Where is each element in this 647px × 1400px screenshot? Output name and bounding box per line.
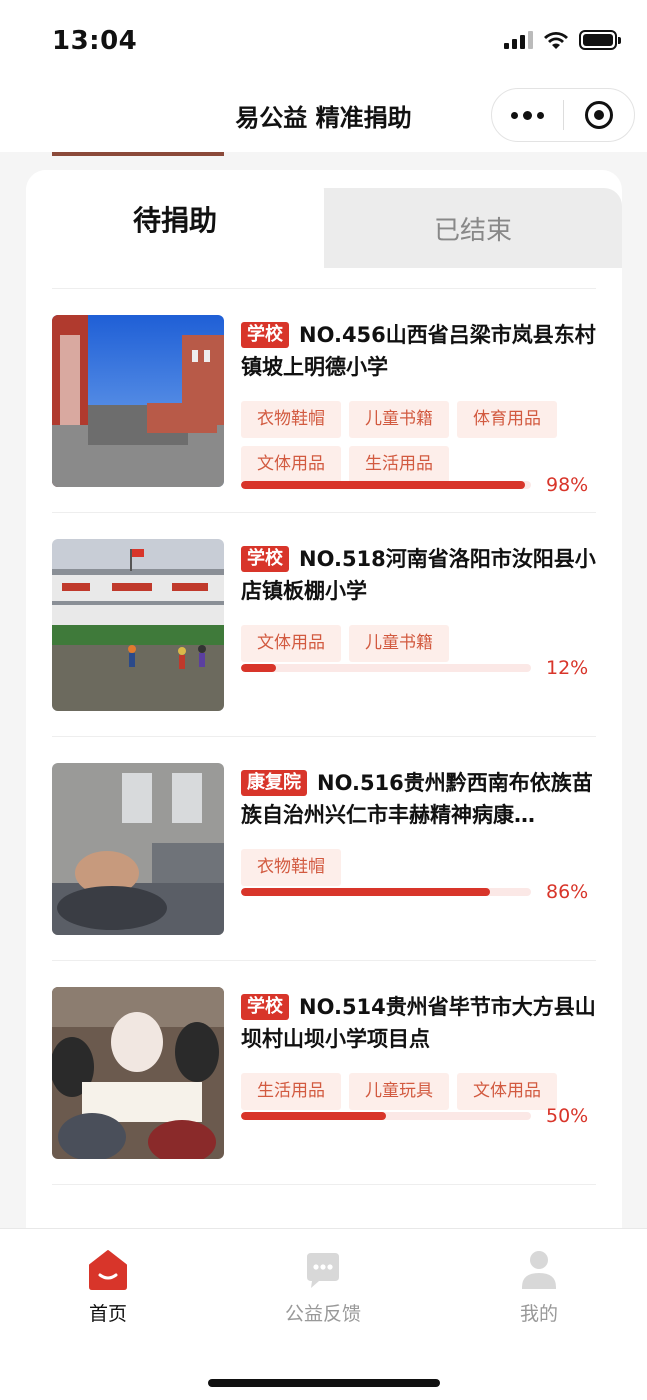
project-card: 待捐助 已结束 学校 NO.456山西省吕梁市岚县东村镇坡上明德小学 衣物鞋帽 …: [26, 170, 622, 1230]
progress-row: 50%: [241, 1103, 596, 1129]
tabbar-home[interactable]: 首页: [28, 1229, 188, 1339]
bottom-tab-bar: 首页 公益反馈 我的: [0, 1228, 647, 1400]
wifi-icon: [544, 32, 568, 49]
need-tag: 儿童书籍: [349, 401, 449, 438]
progress-row: 86%: [241, 879, 596, 905]
project-title: 康复院 NO.516贵州黔西南布依族苗族自治州兴仁市丰赫精神病康…: [241, 767, 596, 831]
progress-fill: [241, 1112, 386, 1120]
status-bar: 13:04: [0, 0, 647, 80]
progress-fill: [241, 888, 491, 896]
nav-bar: 易公益 精准捐助: [0, 80, 647, 152]
project-photo: [52, 539, 224, 711]
tabbar-home-label: 首页: [88, 1303, 127, 1325]
tabbar-feedback-label: 公益反馈: [284, 1303, 361, 1325]
progress-percent: 98%: [546, 474, 589, 496]
category-badge: 学校: [241, 994, 289, 1020]
progress-row: 98%: [241, 472, 596, 498]
more-icon: [510, 110, 544, 120]
tab-pending-label: 待捐助: [132, 204, 217, 237]
project-list: 学校 NO.456山西省吕梁市岚县东村镇坡上明德小学 衣物鞋帽 儿童书籍 体育用品…: [52, 288, 596, 1204]
project-title: 学校 NO.518河南省洛阳市汝阳县小店镇板棚小学: [241, 543, 596, 607]
list-item: [52, 1184, 596, 1204]
chat-icon: [303, 1247, 343, 1291]
category-badge: 学校: [241, 322, 289, 348]
category-badge: 学校: [241, 546, 289, 572]
tabbar-mine-label: 我的: [519, 1303, 558, 1325]
tabbar-mine[interactable]: 我的: [459, 1229, 619, 1339]
progress-row: 12%: [241, 655, 596, 681]
more-button[interactable]: [492, 89, 563, 141]
progress-bar: [241, 664, 531, 672]
list-item[interactable]: 康复院 NO.516贵州黔西南布依族苗族自治州兴仁市丰赫精神病康… 衣物鞋帽 86…: [52, 736, 596, 960]
need-tag: 体育用品: [457, 401, 557, 438]
category-badge: 康复院: [241, 770, 307, 796]
target-icon: [584, 101, 613, 129]
project-photo: [52, 315, 224, 487]
progress-percent: 86%: [546, 881, 589, 903]
signal-icon: [504, 31, 533, 49]
project-photo: [52, 987, 224, 1159]
user-icon: [519, 1247, 559, 1291]
list-item[interactable]: 学校 NO.456山西省吕梁市岚县东村镇坡上明德小学 衣物鞋帽 儿童书籍 体育用品…: [52, 288, 596, 512]
project-title: 学校 NO.514贵州省毕节市大方县山坝村山坝小学项目点: [241, 991, 596, 1055]
home-icon: [88, 1247, 128, 1291]
tab-ended[interactable]: 已结束: [324, 188, 622, 268]
mini-program-capsule: [491, 88, 635, 142]
tab-pending[interactable]: 待捐助: [26, 170, 324, 268]
tabbar-feedback[interactable]: 公益反馈: [243, 1229, 403, 1339]
project-title-text: NO.456山西省吕梁市岚县东村镇坡上明德小学: [241, 323, 596, 379]
progress-fill: [241, 664, 276, 672]
home-indicator: [208, 1379, 440, 1387]
list-item[interactable]: 学校 NO.518河南省洛阳市汝阳县小店镇板棚小学 文体用品 儿童书籍 12%: [52, 512, 596, 736]
progress-percent: 50%: [546, 1105, 589, 1127]
tag-list: 衣物鞋帽 儿童书籍 体育用品 文体用品 生活用品: [241, 401, 581, 483]
battery-icon: [579, 30, 621, 50]
progress-percent: 12%: [546, 657, 589, 679]
scroll-peek: [0, 152, 647, 160]
close-button[interactable]: [564, 89, 635, 141]
progress-bar: [241, 1112, 531, 1120]
project-photo: [52, 763, 224, 935]
project-title: 学校 NO.456山西省吕梁市岚县东村镇坡上明德小学: [241, 319, 596, 383]
progress-fill: [241, 481, 526, 489]
progress-bar: [241, 481, 531, 489]
project-title-text: NO.518河南省洛阳市汝阳县小店镇板棚小学: [241, 547, 596, 603]
tab-ended-label: 已结束: [433, 215, 512, 246]
list-item[interactable]: 学校 NO.514贵州省毕节市大方县山坝村山坝小学项目点 生活用品 儿童玩具 文体…: [52, 960, 596, 1184]
project-title-text: NO.514贵州省毕节市大方县山坝村山坝小学项目点: [241, 995, 596, 1051]
status-icons: [504, 30, 621, 50]
need-tag: 衣物鞋帽: [241, 401, 341, 438]
progress-bar: [241, 888, 531, 896]
status-time: 13:04: [52, 26, 138, 56]
